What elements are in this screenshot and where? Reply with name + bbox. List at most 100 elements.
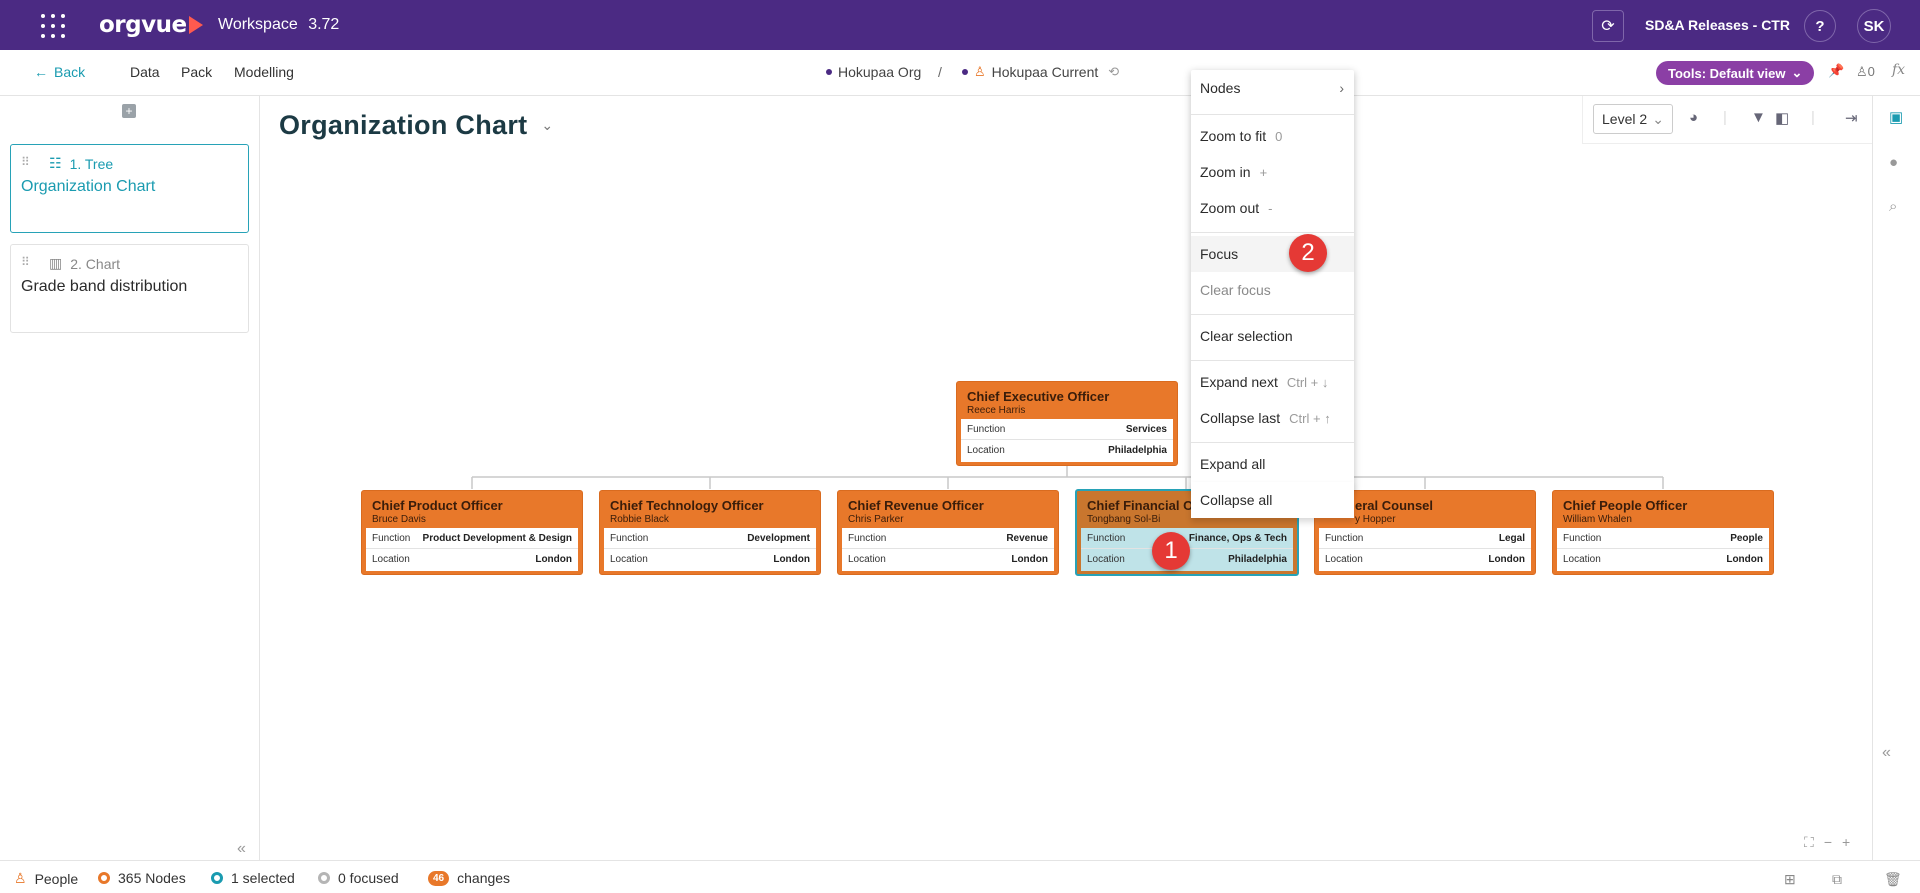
menu-item-clear-selection[interactable]: Clear selection (1191, 318, 1354, 354)
node-details: Function Revenue Location London (842, 528, 1054, 571)
menu-item-focus[interactable]: Focus (1191, 236, 1354, 272)
node-name: Reece Harris (967, 405, 1026, 416)
node-details: Function Legal Location London (1319, 528, 1531, 571)
menu-item-clear-focus[interactable]: Clear focus (1191, 272, 1354, 308)
menu-label: Nodes (1200, 80, 1241, 96)
node-title: Chief Financial O (1087, 498, 1194, 513)
copy-icon[interactable]: ⧉ (1832, 871, 1842, 888)
node-row-location: Location London (1319, 549, 1531, 570)
node-name: Chris Parker (848, 514, 904, 525)
status-focused[interactable]: 0 focused (318, 870, 399, 886)
node-row-location: Location Philadelphia (961, 440, 1173, 461)
field-value: Development (747, 532, 810, 544)
menu-label: Expand next (1200, 374, 1278, 390)
node-name: Robbie Black (610, 514, 669, 525)
field-label: Function (1325, 532, 1364, 544)
org-node[interactable]: Chief Revenue Officer Chris Parker Funct… (837, 490, 1059, 575)
org-node[interactable]: Chief Technology Officer Robbie Black Fu… (599, 490, 821, 575)
node-row-location: Location London (842, 549, 1054, 570)
selected-ring-icon (211, 872, 223, 884)
field-value: London (1011, 554, 1048, 565)
node-details: Function People Location London (1557, 528, 1769, 571)
menu-label: Zoom out (1200, 200, 1260, 216)
field-label: Function (1087, 532, 1126, 544)
org-node[interactable]: Chief Product Officer Bruce Davis Functi… (361, 490, 583, 575)
node-title: Chief Product Officer (372, 498, 503, 513)
add-icon[interactable]: ⊞ (1784, 871, 1796, 888)
trash-icon[interactable]: 🗑 (1884, 871, 1902, 888)
menu-label: Focus (1200, 246, 1239, 262)
nodes-ring-icon (98, 872, 110, 884)
changes-badge: 46 (428, 870, 450, 886)
menu-label: Collapse last (1200, 410, 1281, 426)
menu-divider (1191, 442, 1354, 443)
org-node-ceo[interactable]: Chief Executive Officer Reece Harris Fun… (956, 381, 1178, 466)
status-selected[interactable]: 1 selected (211, 870, 295, 886)
context-menu: Nodes › Zoom to fit 0 Zoom in + Zoom out… (1191, 70, 1354, 490)
node-row-location: Location London (604, 549, 816, 570)
menu-label: Zoom to fit (1200, 128, 1267, 144)
menu-item-zoom-to-fit[interactable]: Zoom to fit 0 (1191, 118, 1354, 154)
menu-label: Expand all (1200, 456, 1266, 472)
field-value: Product Development & Design (422, 532, 572, 544)
node-name: Bruce Davis (372, 514, 426, 525)
org-node[interactable]: Chief People Officer William Whalen Func… (1552, 490, 1774, 575)
menu-label: Clear focus (1200, 282, 1271, 298)
field-value: London (1488, 554, 1525, 565)
node-row-function: Function Product Development & Design (366, 528, 578, 549)
menu-item-zoom-in[interactable]: Zoom in + (1191, 154, 1354, 190)
node-title: Chief Revenue Officer (848, 498, 984, 513)
node-title: Chief Executive Officer (967, 389, 1110, 404)
node-row-function: Function Revenue (842, 528, 1054, 549)
menu-shortcut: - (1268, 200, 1273, 216)
menu-item-zoom-out[interactable]: Zoom out - (1191, 190, 1354, 226)
node-row-location: Location London (1557, 549, 1769, 570)
node-row-function: Function Services (961, 419, 1173, 440)
field-value: Services (1125, 423, 1167, 435)
node-name: y Hopper (1355, 514, 1396, 525)
menu-item-expand-next[interactable]: Expand next Ctrl + ↓ (1191, 364, 1354, 400)
field-label: Location (610, 554, 648, 565)
field-value: Philadelphia (1108, 445, 1167, 456)
field-label: Location (372, 554, 410, 565)
node-title: eral Counsel (1355, 498, 1434, 513)
menu-divider (1191, 314, 1354, 315)
node-row-location: Location London (366, 549, 578, 570)
node-name: Tongbang Sol-Bi (1087, 514, 1161, 525)
status-nodes[interactable]: 365 Nodes (98, 870, 186, 886)
person-icon: ♙ (14, 870, 27, 886)
menu-item-collapse-all[interactable]: Collapse all (1191, 482, 1354, 518)
field-label: Location (1325, 554, 1363, 565)
field-value: London (773, 554, 810, 565)
status-people[interactable]: ♙ People (14, 870, 78, 887)
field-label: Location (967, 445, 1005, 456)
field-label: Location (848, 554, 886, 565)
status-changes[interactable]: 46 changes (428, 870, 510, 886)
status-selected-label: 1 selected (231, 870, 295, 886)
status-bar: ♙ People 365 Nodes 1 selected 0 focused … (0, 860, 1920, 893)
node-details: Function Development Location London (604, 528, 816, 571)
field-label: Function (967, 423, 1006, 435)
menu-shortcut: + (1259, 164, 1268, 180)
field-label: Function (1563, 532, 1602, 544)
node-row-function: Function Legal (1319, 528, 1531, 549)
menu-divider (1191, 360, 1354, 361)
menu-item-expand-all[interactable]: Expand all (1191, 446, 1354, 482)
field-label: Function (848, 532, 887, 544)
status-nodes-label: 365 Nodes (118, 870, 186, 886)
status-people-label: People (34, 870, 79, 887)
field-label: Function (372, 532, 411, 544)
field-label: Function (610, 532, 649, 544)
menu-item-collapse-last[interactable]: Collapse last Ctrl + ↑ (1191, 400, 1354, 436)
step-marker-2: 2 (1289, 234, 1327, 272)
field-value: London (1726, 554, 1763, 565)
node-name: William Whalen (1563, 514, 1632, 525)
menu-label: Clear selection (1200, 328, 1293, 344)
node-row-function: Function People (1557, 528, 1769, 549)
menu-label: Zoom in (1200, 164, 1251, 180)
field-label: Location (1563, 554, 1601, 565)
menu-item-nodes[interactable]: Nodes › (1191, 70, 1354, 106)
chevron-right-icon: › (1339, 80, 1344, 96)
field-value: Legal (1498, 532, 1525, 544)
menu-shortcut: 0 (1275, 128, 1283, 144)
